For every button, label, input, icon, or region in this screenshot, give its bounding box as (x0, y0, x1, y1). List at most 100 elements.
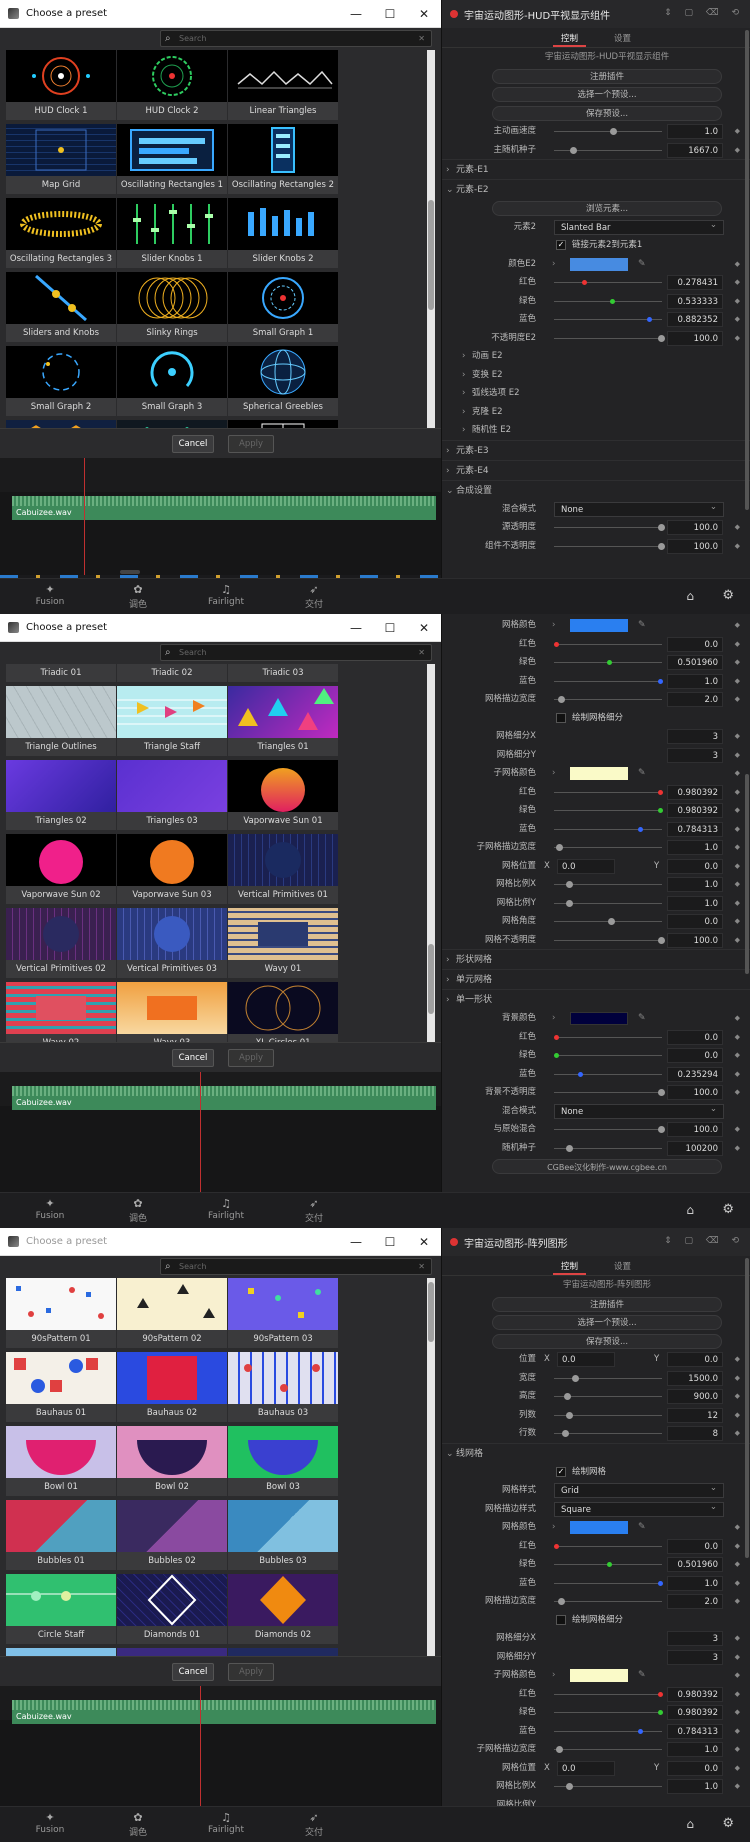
element2-select[interactable]: Slanted Bar (554, 218, 724, 235)
keyframe-icon[interactable]: ◆ (735, 1592, 740, 1611)
keyframe-icon[interactable]: ◆ (735, 1009, 740, 1028)
position-y-field[interactable]: 0.0 (667, 858, 723, 874)
section-composite[interactable]: ⌄ 合成设置 (442, 479, 750, 500)
section-shape-grid[interactable]: › 形状网格 (442, 949, 750, 969)
value-field[interactable]: 3 (667, 1649, 723, 1665)
grid-style-select[interactable]: Grid (554, 1481, 724, 1498)
home-icon[interactable]: ⌂ (686, 589, 694, 603)
keyframe-icon[interactable]: ◆ (735, 1424, 740, 1443)
value-field[interactable]: 100.0 (667, 1085, 723, 1100)
nav-deliver[interactable]: ➶ 交付 (284, 1811, 344, 1838)
slider[interactable] (554, 300, 662, 302)
close-button[interactable]: ✕ (407, 621, 441, 635)
keyframe-icon[interactable]: ◆ (735, 1629, 740, 1648)
keyframe-icon[interactable]: ◆ (735, 1518, 740, 1537)
keyframe-icon[interactable]: ◆ (735, 1046, 740, 1065)
expand-icon[interactable]: › (552, 1518, 555, 1537)
keyframe-icon[interactable]: ◆ (735, 1387, 740, 1406)
subdivide-checkbox[interactable] (556, 1614, 566, 1625)
scroll-thumb[interactable] (428, 200, 434, 310)
keyframe-icon[interactable]: ◆ (735, 292, 740, 311)
keyframe-icon[interactable]: ◆ (735, 1139, 740, 1158)
position-x-field[interactable]: 0.0 (557, 1760, 615, 1776)
value-field[interactable]: 1.0 (667, 895, 723, 911)
value-field[interactable]: 0.0 (667, 1048, 723, 1063)
preset-tile[interactable]: 90sPattern 01 (6, 1278, 116, 1348)
gear-icon[interactable]: ⚙ (722, 588, 734, 603)
preset-tile[interactable]: XL Circles 01 (228, 982, 338, 1050)
value-field[interactable]: 0.235294 (667, 1066, 723, 1082)
clear-icon[interactable]: ✕ (418, 31, 425, 46)
draw-grid-checkbox[interactable]: ✓ (556, 1466, 566, 1477)
slider[interactable] (554, 1377, 662, 1379)
slider[interactable] (554, 1730, 662, 1732)
slider-knob[interactable] (658, 936, 665, 944)
keyframe-icon[interactable]: ◆ (735, 801, 740, 820)
slider-knob[interactable] (658, 1126, 665, 1133)
inspector-scrollbar[interactable] (745, 774, 749, 974)
slider-knob[interactable] (658, 789, 663, 795)
value-field[interactable]: 1.0 (667, 673, 723, 689)
slider[interactable] (554, 1712, 662, 1713)
cancel-button[interactable]: Cancel (172, 435, 214, 453)
slider-knob[interactable] (658, 1691, 663, 1697)
value-field[interactable]: 1.0 (667, 1742, 723, 1757)
minimize-button[interactable]: — (339, 621, 373, 635)
slider[interactable] (554, 282, 662, 283)
gear-icon[interactable]: ⚙ (722, 1202, 734, 1217)
slider[interactable] (554, 527, 662, 528)
preset-tile[interactable]: Spherical Greebles (228, 346, 338, 416)
clear-icon[interactable]: ✕ (418, 645, 425, 660)
value-field[interactable]: 100200 (667, 1140, 723, 1156)
apply-button[interactable]: Apply (228, 1049, 274, 1067)
preset-tile[interactable]: Triangles 02 (6, 760, 116, 830)
keyframe-icon[interactable]: ◆ (735, 1648, 740, 1667)
value-field[interactable]: 1.0 (667, 124, 723, 139)
slider-knob[interactable] (578, 1071, 583, 1077)
slider-knob[interactable] (607, 660, 612, 665)
keyframe-icon[interactable]: ◆ (735, 783, 740, 802)
slider-knob[interactable] (658, 1710, 663, 1715)
slider-knob[interactable] (566, 1411, 573, 1419)
subsection-arc[interactable]: › 弧线选项 E2 (442, 384, 750, 403)
nav-fusion[interactable]: ✦ Fusion (20, 583, 80, 607)
eyedropper-icon[interactable]: ✎ (638, 616, 646, 635)
preset-tile[interactable]: Slider Knobs 2 (228, 198, 338, 268)
slider[interactable] (554, 828, 662, 830)
section-e2[interactable]: ⌄ 元素-E2 (442, 179, 750, 199)
value-field[interactable]: 1.0 (667, 840, 723, 855)
value-field[interactable]: 0.533333 (667, 293, 723, 309)
credit-button[interactable]: CGBee汉化制作-www.cgbee.cn (492, 1159, 722, 1174)
color-swatch[interactable] (570, 257, 628, 271)
blend-mode-select[interactable]: None (554, 500, 724, 517)
slider[interactable] (554, 1601, 662, 1602)
value-field[interactable]: 100.0 (667, 520, 723, 535)
preset-tile[interactable]: Triadic 02 (117, 664, 227, 682)
preset-tile[interactable]: Wavy 02 (6, 982, 116, 1050)
slider-knob[interactable] (658, 542, 665, 550)
tab-control[interactable]: 控制 (552, 1256, 586, 1275)
slider-knob[interactable] (658, 678, 663, 684)
keyframe-icon[interactable]: ◆ (735, 746, 740, 765)
save-preset-button[interactable]: 保存预设... (492, 105, 722, 121)
preset-tile[interactable]: Vertical Primitives 02 (6, 908, 116, 978)
nav-deliver[interactable]: ➶ 交付 (284, 1197, 344, 1224)
slider[interactable] (554, 791, 662, 793)
keyframe-icon[interactable]: ◆ (735, 1083, 740, 1102)
slider-knob[interactable] (572, 1374, 579, 1382)
preset-tile[interactable]: Triadic 01 (6, 664, 116, 682)
tab-settings[interactable]: 设置 (606, 1256, 639, 1275)
expand-icon[interactable]: › (552, 1009, 555, 1028)
value-field[interactable]: 0.980392 (667, 803, 723, 818)
color-swatch[interactable] (570, 1012, 628, 1025)
preset-tile[interactable]: Linear Triangles (228, 50, 338, 120)
keyframe-icon[interactable]: ◆ (735, 518, 740, 537)
section-e4[interactable]: › 元素-E4 (442, 459, 750, 480)
close-button[interactable]: ✕ (407, 7, 441, 21)
close-button[interactable]: ✕ (407, 1235, 441, 1249)
preset-tile[interactable]: Small Graph 3 (117, 346, 227, 416)
nav-deliver[interactable]: ➶ 交付 (284, 583, 344, 610)
timeline-ruler[interactable] (0, 458, 441, 492)
slider[interactable] (554, 1036, 662, 1038)
slider-knob[interactable] (658, 1089, 665, 1096)
